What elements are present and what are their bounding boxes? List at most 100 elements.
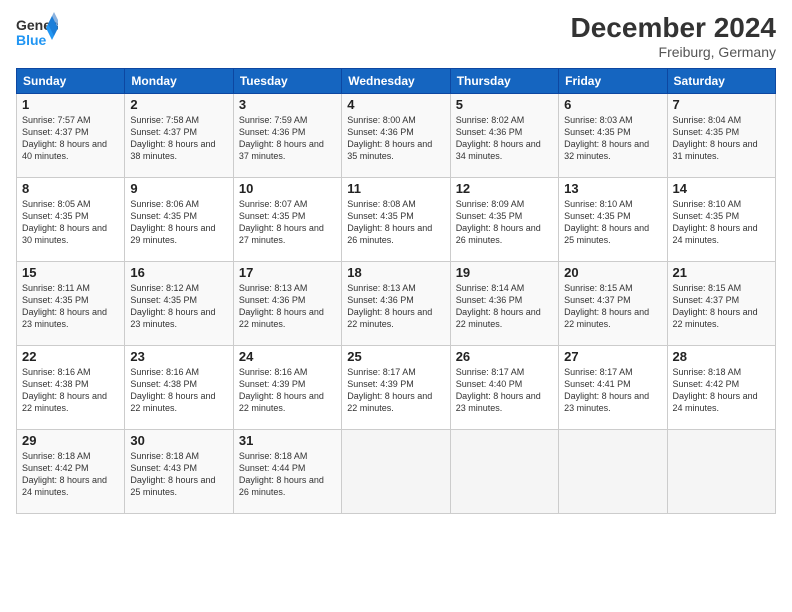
day-number: 23 [130,349,227,364]
calendar-day-cell: 16Sunrise: 8:12 AMSunset: 4:35 PMDayligh… [125,262,233,346]
calendar-day-cell: 3Sunrise: 7:59 AMSunset: 4:36 PMDaylight… [233,94,341,178]
calendar-week-row: 22 Sunrise: 8:16 AMSunset: 4:38 PMDayligh… [17,346,776,430]
day-number: 28 [673,349,770,364]
day-header-friday: Friday [559,69,667,94]
day-number: 14 [673,181,770,196]
day-info: Sunrise: 8:11 AMSunset: 4:35 PMDaylight:… [22,282,119,331]
calendar-day-cell: 15 Sunrise: 8:11 AMSunset: 4:35 PMDayligh… [17,262,125,346]
day-header-tuesday: Tuesday [233,69,341,94]
day-number: 27 [564,349,661,364]
day-number: 19 [456,265,553,280]
day-number: 17 [239,265,336,280]
calendar-day-cell: 24 Sunrise: 8:16 AMSunset: 4:39 PMDayligh… [233,346,341,430]
location-subtitle: Freiburg, Germany [571,44,776,60]
day-header-monday: Monday [125,69,233,94]
day-number: 29 [22,433,119,448]
calendar-day-cell: 9 Sunrise: 8:06 AMSunset: 4:35 PMDaylight… [125,178,233,262]
svg-text:Blue: Blue [16,32,47,48]
day-info: Sunrise: 8:03 AMSunset: 4:35 PMDaylight:… [564,114,661,163]
calendar-week-row: 29 Sunrise: 8:18 AMSunset: 4:42 PMDayligh… [17,430,776,514]
day-info: Sunrise: 8:13 AMSunset: 4:36 PMDaylight:… [347,282,444,331]
day-info: Sunrise: 8:18 AMSunset: 4:44 PMDaylight:… [239,450,336,499]
day-header-sunday: Sunday [17,69,125,94]
calendar-day-cell [667,430,775,514]
calendar-day-cell: 13 Sunrise: 8:10 AMSunset: 4:35 PMDayligh… [559,178,667,262]
day-info: Sunrise: 8:18 AMSunset: 4:42 PMDaylight:… [22,450,119,499]
day-number: 6 [564,97,661,112]
day-number: 25 [347,349,444,364]
day-info: Sunrise: 8:16 AMSunset: 4:38 PMDaylight:… [130,366,227,415]
calendar-day-cell: 31 Sunrise: 8:18 AMSunset: 4:44 PMDayligh… [233,430,341,514]
day-header-saturday: Saturday [667,69,775,94]
calendar-day-cell: 18 Sunrise: 8:13 AMSunset: 4:36 PMDayligh… [342,262,450,346]
calendar-week-row: 1 Sunrise: 7:57 AMSunset: 4:37 PMDaylight… [17,94,776,178]
page-header: General Blue December 2024 Freiburg, Ger… [16,12,776,60]
day-info: Sunrise: 8:02 AMSunset: 4:36 PMDaylight:… [456,114,553,163]
day-number: 2 [130,97,227,112]
calendar-week-row: 8Sunrise: 8:05 AMSunset: 4:35 PMDaylight… [17,178,776,262]
day-number: 20 [564,265,661,280]
day-number: 4 [347,97,444,112]
calendar-day-cell: 8Sunrise: 8:05 AMSunset: 4:35 PMDaylight… [17,178,125,262]
calendar-day-cell: 10Sunrise: 8:07 AMSunset: 4:35 PMDayligh… [233,178,341,262]
day-info: Sunrise: 8:14 AMSunset: 4:36 PMDaylight:… [456,282,553,331]
calendar-day-cell: 27Sunrise: 8:17 AMSunset: 4:41 PMDayligh… [559,346,667,430]
calendar-day-cell: 19 Sunrise: 8:14 AMSunset: 4:36 PMDayligh… [450,262,558,346]
day-number: 30 [130,433,227,448]
day-info: Sunrise: 8:10 AMSunset: 4:35 PMDaylight:… [673,198,770,247]
day-info: Sunrise: 8:08 AMSunset: 4:35 PMDaylight:… [347,198,444,247]
day-number: 22 [22,349,119,364]
day-number: 9 [130,181,227,196]
calendar-day-cell [342,430,450,514]
logo: General Blue [16,12,58,50]
calendar-day-cell: 5 Sunrise: 8:02 AMSunset: 4:36 PMDaylight… [450,94,558,178]
calendar-day-cell: 17 Sunrise: 8:13 AMSunset: 4:36 PMDayligh… [233,262,341,346]
day-info: Sunrise: 8:18 AMSunset: 4:42 PMDaylight:… [673,366,770,415]
day-info: Sunrise: 8:16 AMSunset: 4:39 PMDaylight:… [239,366,336,415]
calendar-day-cell: 4Sunrise: 8:00 AMSunset: 4:36 PMDaylight… [342,94,450,178]
calendar-day-cell: 2 Sunrise: 7:58 AMSunset: 4:37 PMDaylight… [125,94,233,178]
day-info: Sunrise: 8:15 AMSunset: 4:37 PMDaylight:… [564,282,661,331]
day-info: Sunrise: 8:17 AMSunset: 4:40 PMDaylight:… [456,366,553,415]
calendar-day-cell: 11 Sunrise: 8:08 AMSunset: 4:35 PMDayligh… [342,178,450,262]
day-number: 11 [347,181,444,196]
day-number: 15 [22,265,119,280]
calendar-day-cell [450,430,558,514]
day-info: Sunrise: 8:10 AMSunset: 4:35 PMDaylight:… [564,198,661,247]
day-header-thursday: Thursday [450,69,558,94]
day-info: Sunrise: 8:04 AMSunset: 4:35 PMDaylight:… [673,114,770,163]
calendar-day-cell: 30 Sunrise: 8:18 AMSunset: 4:43 PMDayligh… [125,430,233,514]
day-number: 3 [239,97,336,112]
day-info: Sunrise: 8:06 AMSunset: 4:35 PMDaylight:… [130,198,227,247]
calendar-day-cell: 29 Sunrise: 8:18 AMSunset: 4:42 PMDayligh… [17,430,125,514]
day-info: Sunrise: 8:17 AMSunset: 4:39 PMDaylight:… [347,366,444,415]
day-info: Sunrise: 7:57 AMSunset: 4:37 PMDaylight:… [22,114,119,163]
logo-icon: General Blue [16,12,58,50]
page-container: General Blue December 2024 Freiburg, Ger… [0,0,792,612]
day-number: 7 [673,97,770,112]
day-info: Sunrise: 8:15 AMSunset: 4:37 PMDaylight:… [673,282,770,331]
day-number: 31 [239,433,336,448]
calendar-week-row: 15 Sunrise: 8:11 AMSunset: 4:35 PMDayligh… [17,262,776,346]
day-info: Sunrise: 7:58 AMSunset: 4:37 PMDaylight:… [130,114,227,163]
calendar-day-cell: 12Sunrise: 8:09 AMSunset: 4:35 PMDayligh… [450,178,558,262]
day-info: Sunrise: 8:16 AMSunset: 4:38 PMDaylight:… [22,366,119,415]
day-number: 18 [347,265,444,280]
day-number: 5 [456,97,553,112]
calendar-table: SundayMondayTuesdayWednesdayThursdayFrid… [16,68,776,514]
calendar-header-row: SundayMondayTuesdayWednesdayThursdayFrid… [17,69,776,94]
day-info: Sunrise: 8:13 AMSunset: 4:36 PMDaylight:… [239,282,336,331]
day-info: Sunrise: 8:18 AMSunset: 4:43 PMDaylight:… [130,450,227,499]
day-number: 1 [22,97,119,112]
calendar-day-cell: 6 Sunrise: 8:03 AMSunset: 4:35 PMDaylight… [559,94,667,178]
calendar-day-cell: 7 Sunrise: 8:04 AMSunset: 4:35 PMDaylight… [667,94,775,178]
calendar-day-cell: 26Sunrise: 8:17 AMSunset: 4:40 PMDayligh… [450,346,558,430]
day-number: 13 [564,181,661,196]
day-number: 21 [673,265,770,280]
calendar-day-cell: 1 Sunrise: 7:57 AMSunset: 4:37 PMDaylight… [17,94,125,178]
calendar-day-cell: 23 Sunrise: 8:16 AMSunset: 4:38 PMDayligh… [125,346,233,430]
day-info: Sunrise: 8:09 AMSunset: 4:35 PMDaylight:… [456,198,553,247]
day-number: 24 [239,349,336,364]
day-info: Sunrise: 8:07 AMSunset: 4:35 PMDaylight:… [239,198,336,247]
calendar-day-cell: 21 Sunrise: 8:15 AMSunset: 4:37 PMDayligh… [667,262,775,346]
